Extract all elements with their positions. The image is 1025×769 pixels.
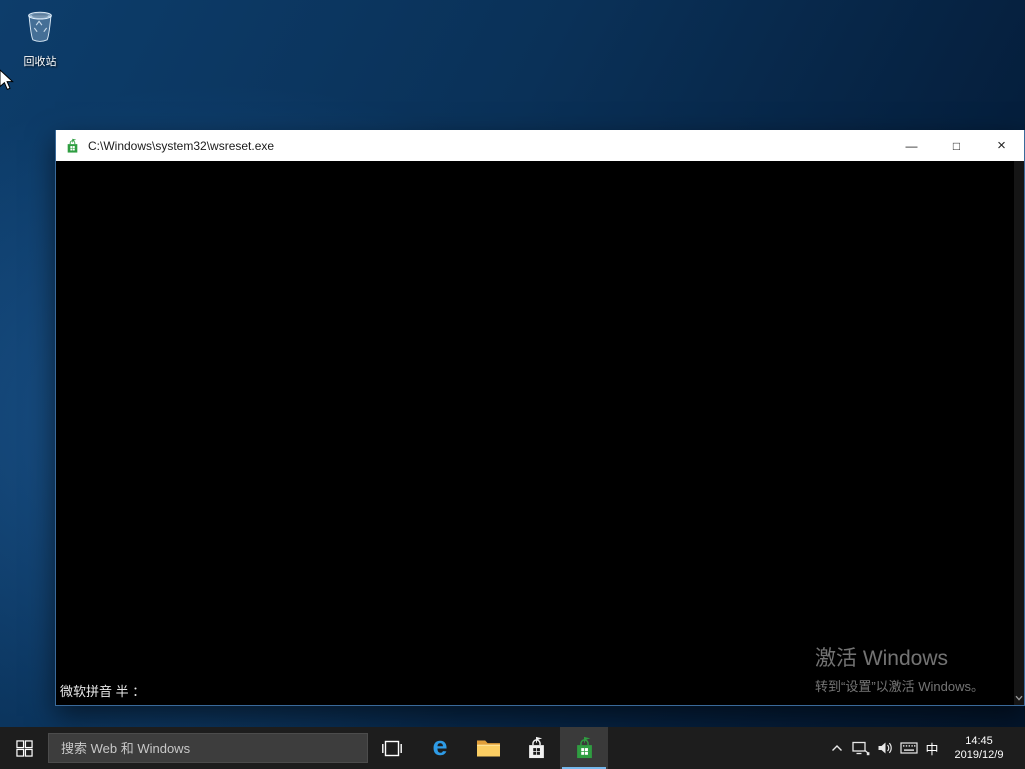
console-scrollbar[interactable] bbox=[1014, 161, 1024, 705]
tray-overflow-button[interactable] bbox=[825, 727, 849, 769]
speaker-icon bbox=[877, 740, 894, 756]
network-status-button[interactable] bbox=[849, 727, 873, 769]
volume-button[interactable] bbox=[873, 727, 897, 769]
close-button[interactable]: × bbox=[979, 130, 1024, 161]
windows-logo-icon bbox=[16, 740, 33, 757]
scroll-down-button[interactable] bbox=[1014, 691, 1024, 704]
window-controls: — □ × bbox=[889, 130, 1024, 161]
maximize-button[interactable]: □ bbox=[934, 130, 979, 161]
recycle-bin-label: 回收站 bbox=[24, 53, 57, 69]
folder-icon bbox=[476, 738, 501, 758]
edge-icon: e bbox=[432, 733, 447, 760]
console-window: C:\Windows\system32\wsreset.exe — □ × 微软… bbox=[55, 130, 1025, 706]
taskbar: e bbox=[0, 727, 1025, 769]
store-icon bbox=[65, 138, 81, 154]
touch-keyboard-button[interactable] bbox=[897, 727, 921, 769]
system-tray: 中 14:45 2019/12/9 bbox=[825, 727, 1025, 769]
clock-date: 2019/12/9 bbox=[943, 748, 1015, 762]
store-green-icon bbox=[573, 736, 596, 760]
network-icon bbox=[852, 740, 870, 756]
task-view-icon bbox=[381, 740, 403, 757]
edge-button[interactable]: e bbox=[416, 727, 464, 769]
desktop[interactable]: 回收站 C:\Windows\system32\wsres bbox=[0, 0, 1025, 769]
search-input[interactable] bbox=[49, 734, 367, 762]
watermark-subtitle: 转到“设置”以激活 Windows。 bbox=[815, 676, 984, 695]
ime-composition-status: 微软拼音 半 ： bbox=[60, 681, 145, 700]
clock[interactable]: 14:45 2019/12/9 bbox=[943, 734, 1025, 762]
file-explorer-button[interactable] bbox=[464, 727, 512, 769]
store-icon bbox=[525, 736, 548, 760]
minimize-button[interactable]: — bbox=[889, 130, 934, 161]
window-titlebar[interactable]: C:\Windows\system32\wsreset.exe — □ × bbox=[56, 130, 1024, 161]
taskbar-search[interactable] bbox=[48, 733, 368, 763]
window-title: C:\Windows\system32\wsreset.exe bbox=[88, 139, 274, 153]
clock-time: 14:45 bbox=[943, 734, 1015, 748]
activate-windows-watermark: 激活 Windows 转到“设置”以激活 Windows。 bbox=[815, 642, 984, 695]
chevron-down-icon bbox=[1015, 695, 1023, 701]
store-button[interactable] bbox=[512, 727, 560, 769]
recycle-bin[interactable]: 回收站 bbox=[12, 8, 68, 69]
wsreset-taskbar-button[interactable] bbox=[560, 727, 608, 769]
console-output-area[interactable]: 微软拼音 半 ： 激活 Windows 转到“设置”以激活 Windows。 bbox=[56, 161, 1024, 705]
task-view-button[interactable] bbox=[368, 727, 416, 769]
keyboard-icon bbox=[900, 741, 918, 755]
mouse-cursor bbox=[0, 69, 14, 96]
start-button[interactable] bbox=[0, 727, 48, 769]
chevron-up-icon bbox=[831, 744, 843, 752]
watermark-title: 激活 Windows bbox=[815, 642, 984, 672]
ime-indicator[interactable]: 中 bbox=[921, 739, 943, 758]
recycle-bin-icon bbox=[21, 8, 59, 51]
